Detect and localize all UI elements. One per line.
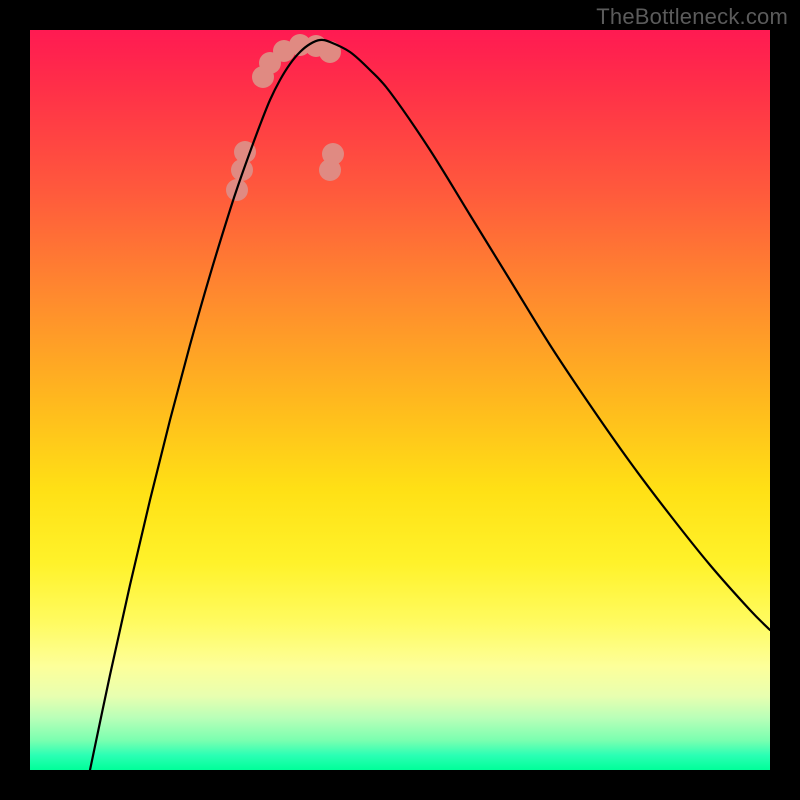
chart-svg [30, 30, 770, 770]
highlight-dot [322, 143, 344, 165]
plot-area [30, 30, 770, 770]
bottleneck-curve [90, 40, 770, 770]
highlight-markers [226, 34, 344, 201]
chart-frame: TheBottleneck.com [0, 0, 800, 800]
watermark-text: TheBottleneck.com [596, 4, 788, 30]
